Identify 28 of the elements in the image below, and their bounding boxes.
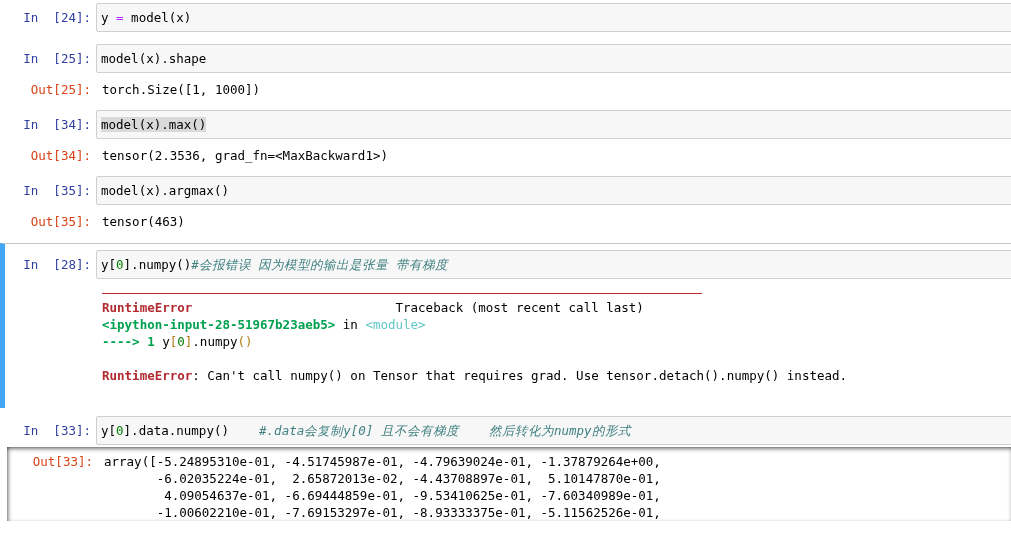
output-prompt: Out[33]: <box>31 453 94 470</box>
output-line: 4.09054637e-01, -6.69444859e-01, -9.53410625e-01, -7.60340989e-01, <box>163 487 662 504</box>
code-input[interactable]: model(x).shape <box>96 44 1011 73</box>
output-line: tensor(463) <box>102 213 186 230</box>
input-prompt: In [33]: <box>22 422 92 439</box>
output-line: torch.Size([1, 1000]) <box>102 81 262 98</box>
input-prompt: In [25]: <box>22 50 92 67</box>
traceback-line: RuntimeError Traceback (most recent call last) <box>102 299 645 316</box>
input-prompt: In [35]: <box>22 182 92 199</box>
output-line: -6.02035224e-01, 2.65872013e-02, -4.43708897e-01, 5.10147870e-01, <box>155 470 662 487</box>
traceback-line: ----> 1 y[0].numpy() <box>102 333 254 350</box>
output-line: tensor(2.3536, grad_fn=<MaxBackward1>) <box>102 147 389 164</box>
output-prompt: Out[35]: <box>29 213 92 230</box>
input-prompt: In [28]: <box>22 256 92 273</box>
output-line: array([-5.24895310e-01, -4.51745987e-01, -4.79639024e-01, -1.37879264e+00, <box>104 453 662 470</box>
code-input[interactable]: y = model(x) <box>96 3 1011 32</box>
notebook-cell[interactable] <box>0 243 1011 408</box>
code-input[interactable]: model(x).max() <box>96 110 1011 139</box>
traceback-line: RuntimeError: Can't call numpy() on Tensor that requires grad. Use tensor.detach().numpy() instead. <box>102 367 849 384</box>
output-line: -1.00602210e-01, -7.69153297e-01, -8.93333375e-01, -5.11562526e-01, <box>155 504 662 521</box>
output-prompt: Out[25]: <box>29 81 92 98</box>
output-prompt: Out[34]: <box>29 147 92 164</box>
input-prompt: In [24]: <box>22 9 92 26</box>
input-prompt: In [34]: <box>22 116 92 133</box>
code-input[interactable]: model(x).argmax() <box>96 176 1011 205</box>
traceback-line: <ipython-input-28-51967b23aeb5> in <module> <box>102 316 427 333</box>
code-input[interactable]: y[0].numpy()#会报错误 因为模型的输出是张量 带有梯度 <box>96 250 1011 279</box>
code-input[interactable]: y[0].data.numpy() #.data会复制y[0] 且不会有梯度 然后转化为numpy的形式 <box>96 416 1011 445</box>
